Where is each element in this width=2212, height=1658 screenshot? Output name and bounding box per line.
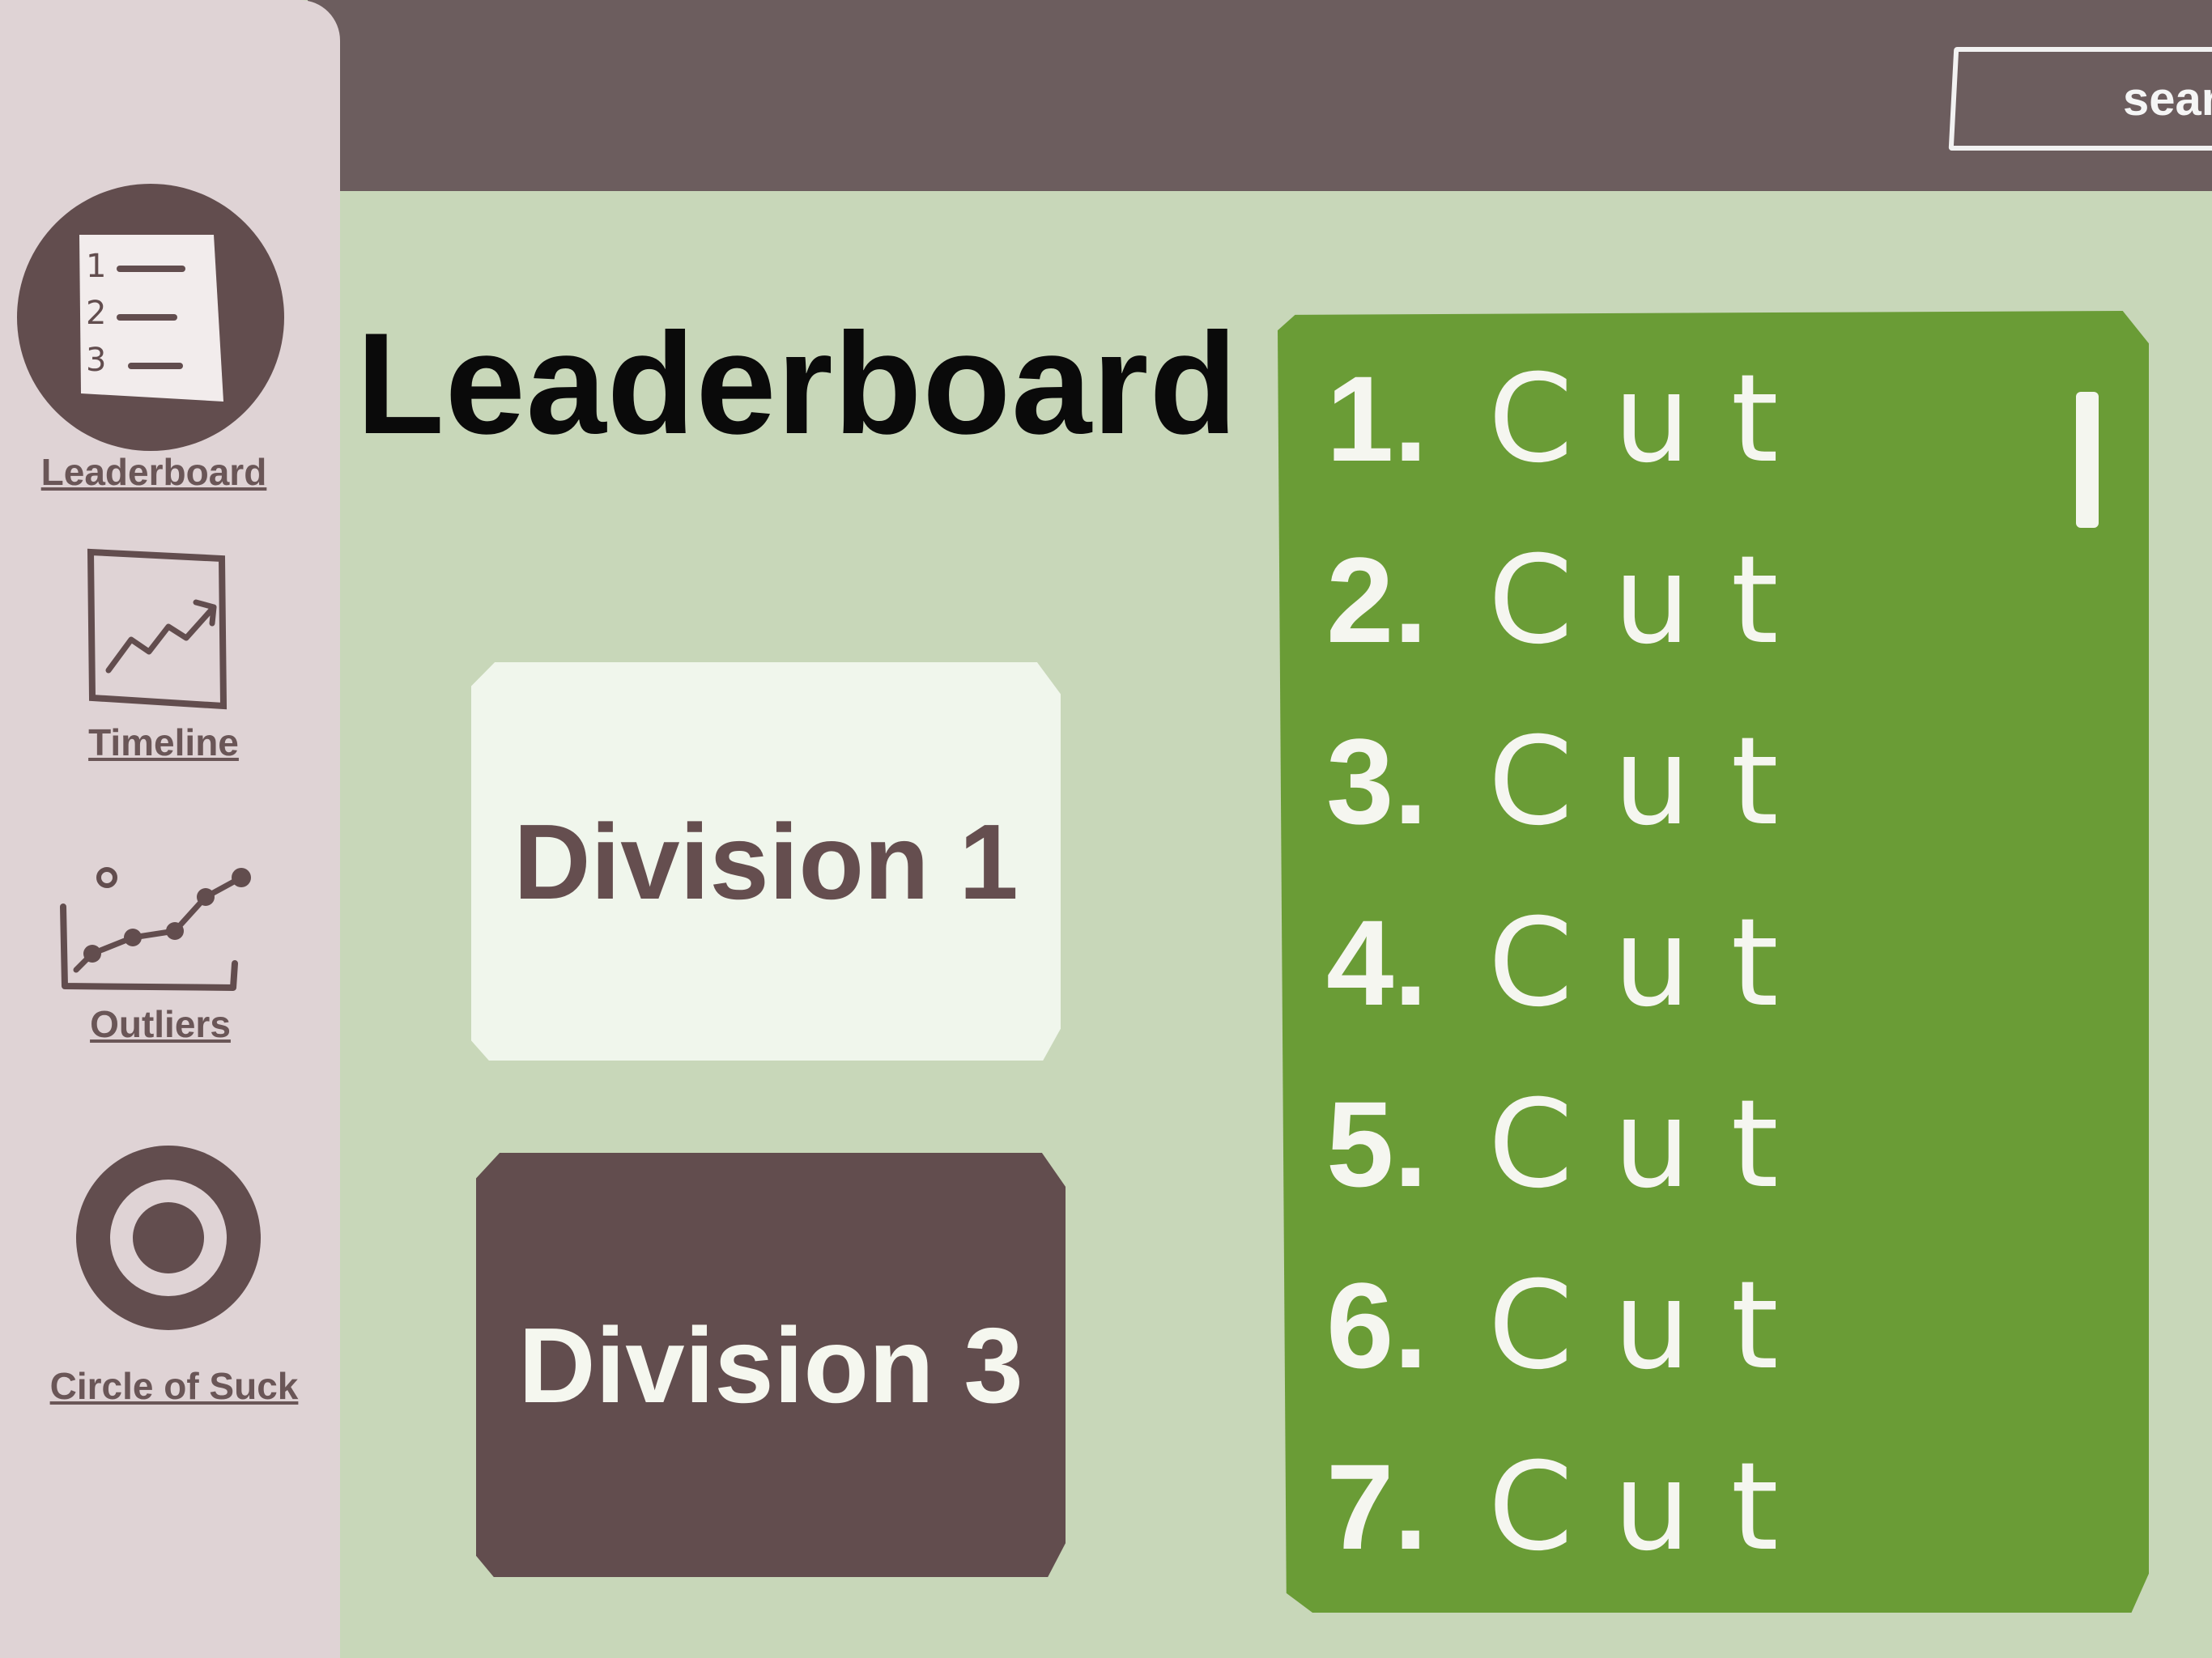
search-placeholder: search... [2123,72,2212,125]
sidebar: 1 2 3 Leaderboard Timeline Outliers Circ… [0,0,340,1658]
list-item[interactable]: 2. Cut [1326,539,1819,661]
team-name: Cut [1488,712,1819,852]
sidebar-item-leaderboard[interactable]: 1 2 3 Leaderboard [16,180,291,494]
rank-number: 6. [1326,1257,1428,1393]
rank-number: 3. [1326,713,1428,849]
team-name: Cut [1488,1437,1819,1578]
sidebar-item-label: Timeline [88,721,239,763]
rank-number: 5. [1326,1076,1428,1212]
rank-number: 2. [1326,532,1428,668]
sidebar-item-label: Outliers [90,1003,231,1045]
sidebar-item-outliers[interactable]: Outliers [31,834,290,1046]
scatter-plot-icon [60,867,251,991]
rank-number: 7. [1326,1439,1428,1575]
rank-number: 1. [1326,351,1428,487]
list-item[interactable]: 4. Cut [1326,902,1819,1024]
division-3-button[interactable]: Division 3 [476,1153,1066,1577]
team-name: Cut [1488,1256,1819,1397]
target-icon [76,1146,261,1330]
team-name: Cut [1488,530,1819,671]
ranking-list[interactable]: 1. Cut 2. Cut 3. Cut 4. Cut 5. Cut 6. Cu… [1278,311,2149,1613]
sidebar-item-timeline[interactable]: Timeline [34,542,293,764]
scrollbar[interactable] [2076,392,2099,528]
list-item[interactable]: 1. Cut [1326,358,1819,480]
leaderboard-list-icon: 1 2 3 [17,184,284,451]
team-name: Cut [1488,349,1819,490]
team-name: Cut [1488,893,1819,1034]
team-name: Cut [1488,1074,1819,1215]
list-item[interactable]: 3. Cut [1326,721,1819,843]
top-bar: search... [308,0,2212,191]
division-label: Division 1 [513,801,1019,921]
search-input[interactable]: search... [1948,47,2212,151]
sidebar-item-circle-of-suck[interactable]: Circle of Suck [32,1146,316,1408]
rank-number: 4. [1326,895,1428,1031]
page-title: Leaderboard [356,303,1239,464]
list-item[interactable]: 7. Cut [1326,1446,1819,1568]
list-item[interactable]: 6. Cut [1326,1265,1819,1387]
division-label: Division 3 [518,1305,1023,1425]
svg-text:3: 3 [86,342,106,379]
svg-text:1: 1 [86,248,106,285]
trend-chart-icon [87,548,228,710]
list-item[interactable]: 5. Cut [1326,1083,1819,1205]
division-1-button[interactable]: Division 1 [471,662,1061,1061]
sidebar-item-label: Leaderboard [40,451,267,493]
sidebar-item-label: Circle of Suck [49,1365,299,1407]
svg-text:2: 2 [86,295,106,332]
